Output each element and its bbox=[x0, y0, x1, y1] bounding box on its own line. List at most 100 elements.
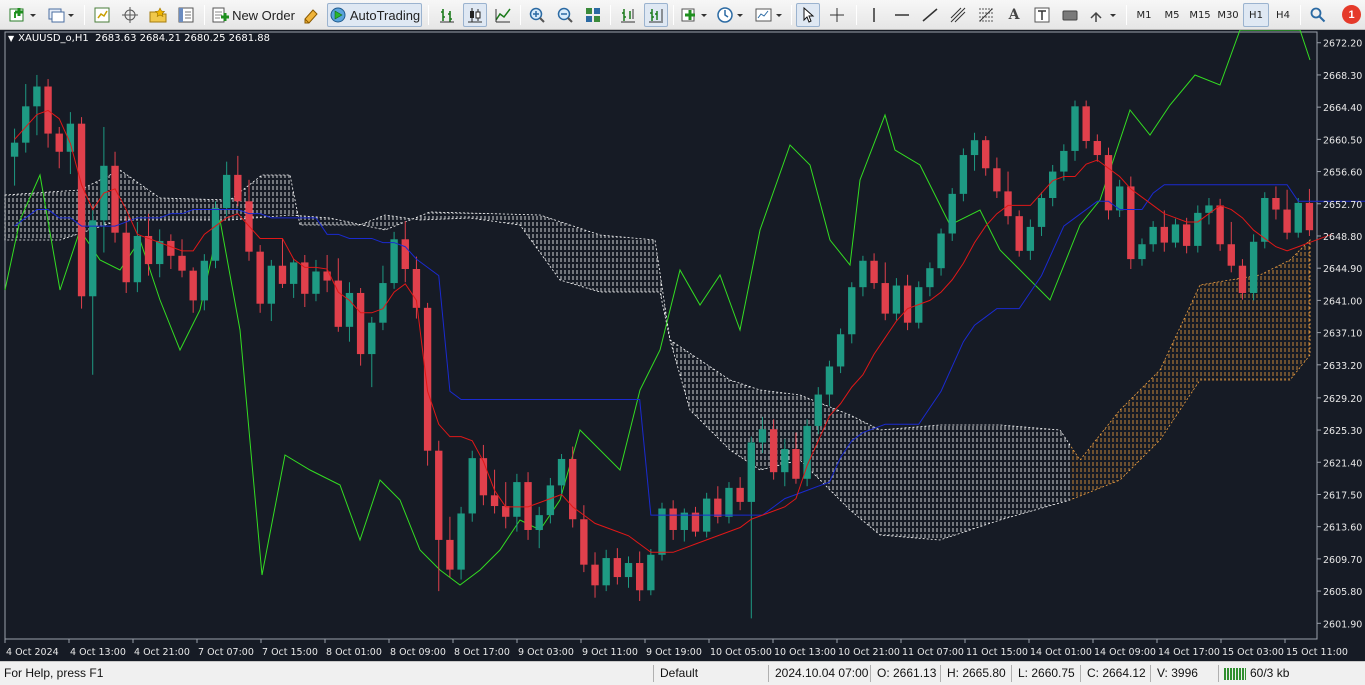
time-axis-label: 10 Oct 05:00 bbox=[710, 647, 772, 658]
notification-badge[interactable]: 1 bbox=[1342, 5, 1361, 24]
bar-open: O: 2661.13 bbox=[877, 666, 937, 680]
candle-body bbox=[401, 239, 409, 270]
candle-body bbox=[982, 140, 990, 169]
candle-body bbox=[613, 558, 622, 578]
new-order-icon bbox=[212, 7, 230, 23]
bar-chart-icon bbox=[440, 9, 454, 23]
vertical-line-button[interactable] bbox=[862, 3, 886, 27]
period-h1[interactable]: H1 bbox=[1243, 3, 1269, 27]
collapse-triangle-icon[interactable]: ▼ bbox=[8, 34, 14, 43]
new-order-button[interactable]: New Order bbox=[210, 3, 296, 27]
horizontal-line-icon bbox=[895, 14, 909, 16]
autotrading-icon bbox=[330, 7, 346, 23]
price-axis-label: 2621.40 bbox=[1323, 458, 1362, 469]
period-m5[interactable]: M5 bbox=[1159, 3, 1185, 27]
period-h4[interactable]: H4 bbox=[1270, 3, 1296, 27]
candle-body bbox=[624, 563, 633, 578]
terminal-button[interactable] bbox=[174, 3, 198, 27]
candle-body bbox=[602, 558, 610, 586]
candle-body bbox=[446, 539, 454, 570]
candle-body bbox=[669, 508, 677, 530]
time-axis-label: 15 Oct 11:00 bbox=[1286, 647, 1348, 658]
candlestick-icon bbox=[468, 8, 482, 23]
period-m1[interactable]: M1 bbox=[1131, 3, 1157, 27]
bar-chart-button[interactable] bbox=[435, 3, 459, 27]
price-axis-label: 2629.20 bbox=[1323, 394, 1362, 405]
time-axis-label: 14 Oct 01:00 bbox=[1030, 647, 1092, 658]
arrows-tool-button[interactable] bbox=[1086, 3, 1120, 27]
candle-body bbox=[189, 270, 197, 301]
fibonacci-button[interactable] bbox=[974, 3, 998, 27]
line-chart-button[interactable] bbox=[491, 3, 515, 27]
cursor-tool-button[interactable] bbox=[796, 3, 820, 27]
candle-body bbox=[1026, 226, 1035, 251]
candle-body bbox=[178, 255, 186, 271]
profile-name[interactable]: Default bbox=[660, 666, 698, 680]
search-button[interactable] bbox=[1306, 3, 1330, 27]
text-tool-button[interactable]: A bbox=[1002, 3, 1026, 27]
navigator-button[interactable] bbox=[146, 3, 170, 27]
rectangle-tool-button[interactable] bbox=[1058, 3, 1082, 27]
candle-body bbox=[803, 425, 811, 479]
text-label-button[interactable] bbox=[1030, 3, 1054, 27]
new-order-label: New Order bbox=[232, 7, 295, 23]
candle-body bbox=[122, 232, 130, 283]
equidistant-channel-button[interactable] bbox=[946, 3, 970, 27]
candle-body bbox=[859, 260, 867, 288]
profiles-button[interactable] bbox=[44, 3, 78, 27]
candle-body bbox=[892, 285, 901, 314]
periods-button[interactable] bbox=[715, 3, 747, 27]
candle-body bbox=[1049, 171, 1057, 198]
tile-windows-button[interactable] bbox=[581, 3, 605, 27]
time-axis-label: 10 Oct 21:00 bbox=[838, 647, 900, 658]
candle-body bbox=[368, 322, 376, 355]
zoom-in-icon bbox=[529, 7, 545, 23]
price-chart[interactable]: 2672.20 2668.30 2664.40 2660.50 2656.60 2652.… bbox=[0, 30, 1365, 661]
candle-body bbox=[1138, 244, 1146, 260]
candle-body bbox=[468, 458, 476, 514]
clock-icon bbox=[717, 7, 743, 23]
candle-body bbox=[490, 495, 499, 507]
text-a-icon: A bbox=[1008, 7, 1020, 23]
candle-body bbox=[1004, 191, 1012, 217]
candle-body bbox=[502, 506, 510, 517]
indicators-icon bbox=[681, 8, 707, 22]
price-axis-label: 2660.50 bbox=[1323, 135, 1362, 146]
auto-scroll-icon bbox=[649, 9, 663, 23]
new-chart-button[interactable] bbox=[6, 3, 40, 27]
price-axis-label: 2617.50 bbox=[1323, 490, 1362, 501]
market-watch-button[interactable] bbox=[90, 3, 114, 27]
candle-body bbox=[1149, 226, 1157, 245]
candle-body bbox=[781, 449, 789, 473]
time-axis-label: 15 Oct 03:00 bbox=[1222, 647, 1284, 658]
horizontal-line-button[interactable] bbox=[890, 3, 914, 27]
auto-scroll-button[interactable] bbox=[644, 3, 668, 27]
arrows-icon bbox=[1090, 11, 1116, 22]
chart-shift-button[interactable] bbox=[616, 3, 640, 27]
candle-body bbox=[1238, 265, 1247, 293]
text-label-icon bbox=[1034, 7, 1050, 23]
price-axis-label: 2648.80 bbox=[1323, 232, 1362, 243]
metaeditor-button[interactable] bbox=[298, 3, 324, 27]
candle-body bbox=[1182, 224, 1191, 246]
zoom-out-button[interactable] bbox=[553, 3, 577, 27]
candle-body bbox=[881, 283, 889, 314]
chikou-span-line bbox=[4, 30, 1311, 586]
trendline-button[interactable] bbox=[918, 3, 942, 27]
candlestick-chart-button[interactable] bbox=[463, 3, 487, 27]
period-m15[interactable]: M15 bbox=[1186, 3, 1214, 27]
period-m30[interactable]: M30 bbox=[1214, 3, 1242, 27]
chart-canvas[interactable]: 2672.20 2668.30 2664.40 2660.50 2656.60 2652.… bbox=[0, 30, 1365, 661]
templates-button[interactable] bbox=[752, 3, 786, 27]
connection-status-icon bbox=[1224, 668, 1246, 680]
indicators-button[interactable] bbox=[678, 3, 712, 27]
candle-body bbox=[323, 271, 331, 281]
zoom-in-button[interactable] bbox=[525, 3, 549, 27]
candle-body bbox=[959, 155, 968, 194]
editor-pen-icon bbox=[304, 9, 318, 24]
autotrading-button[interactable]: AutoTrading bbox=[327, 3, 422, 27]
candle-body bbox=[1104, 155, 1113, 211]
data-window-button[interactable] bbox=[118, 3, 142, 27]
candle-body bbox=[1115, 186, 1124, 211]
crosshair-tool-button[interactable] bbox=[825, 3, 849, 27]
